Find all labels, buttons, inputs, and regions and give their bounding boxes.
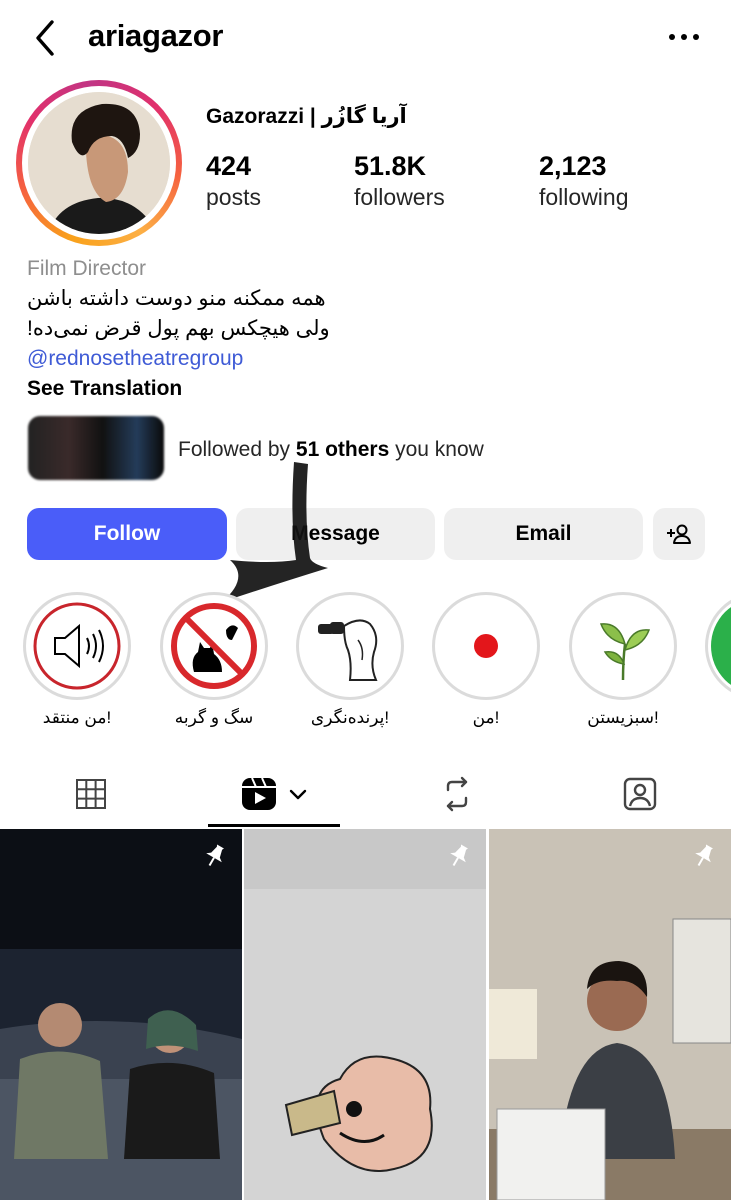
see-translation-link[interactable]: See Translation	[27, 374, 707, 404]
active-tab-indicator	[208, 824, 340, 827]
highlight-label: پرنده‌نگری!	[310, 708, 390, 727]
bio-line: همه ممکنه منو دوست داشته باشن	[27, 287, 326, 310]
grid-post[interactable]	[244, 829, 486, 1200]
reels-icon	[242, 777, 276, 810]
mutual-avatars	[28, 416, 164, 480]
no-cat-icon	[171, 603, 257, 689]
highlight-item[interactable]: من منتقد!	[23, 592, 131, 728]
highlight-item[interactable]	[705, 592, 731, 700]
more-options-icon[interactable]	[667, 24, 701, 50]
email-button[interactable]: Email	[444, 508, 643, 560]
grid-post[interactable]	[0, 829, 242, 1200]
back-icon[interactable]	[28, 18, 64, 58]
posts-count: 424	[206, 151, 252, 181]
bio-line: ولی هیچکس بهم پول قرض نمی‌ده!	[27, 317, 330, 340]
leaf-icon	[599, 623, 651, 681]
followers-stat[interactable]: 51.8K followers	[354, 150, 445, 212]
category-label: Film Director	[27, 257, 146, 280]
highlight-item[interactable]: سگ و گربه	[160, 592, 268, 728]
tab-reels[interactable]	[183, 760, 365, 828]
display-name: Gazorazzi | آریا گازُر	[206, 105, 407, 128]
top-bar: ariagazor	[0, 0, 731, 76]
message-button[interactable]: Message	[236, 508, 435, 560]
avatar[interactable]	[16, 80, 182, 246]
tab-reposts[interactable]	[366, 760, 548, 828]
posts-label: posts	[206, 184, 261, 210]
tab-tagged[interactable]	[549, 760, 731, 828]
grid-icon	[76, 779, 106, 809]
repost-icon	[446, 776, 468, 812]
tagged-icon	[623, 777, 657, 811]
followed-by-text: Followed by 51 others you know	[178, 438, 484, 461]
birdwatcher-icon	[318, 619, 378, 681]
grid-post[interactable]	[489, 829, 731, 1200]
following-label: following	[539, 184, 629, 210]
username: ariagazor	[88, 18, 224, 53]
following-stat[interactable]: 2,123 following	[539, 150, 629, 212]
highlight-label: من!	[472, 708, 500, 727]
add-user-button[interactable]	[653, 508, 705, 560]
highlight-item[interactable]: من!	[432, 592, 540, 728]
follow-button[interactable]: Follow	[27, 508, 227, 560]
pin-icon	[695, 844, 713, 867]
profile-photo	[28, 92, 170, 234]
pin-icon	[206, 844, 224, 867]
highlight-label: سگ و گربه	[174, 708, 254, 727]
profile-tabs	[0, 760, 731, 828]
followers-count: 51.8K	[354, 151, 427, 181]
chevron-down-icon	[289, 789, 307, 800]
mutual-followers[interactable]: Followed by 51 others you know	[28, 412, 708, 484]
highlight-label: من منتقد!	[42, 708, 112, 727]
tab-grid[interactable]	[0, 760, 182, 828]
speaker-icon	[33, 602, 121, 690]
highlight-item[interactable]: سبزیستن!	[569, 592, 677, 728]
posts-stat[interactable]: 424 posts	[206, 150, 261, 212]
highlight-label: سبزیستن!	[587, 708, 659, 727]
bio-link[interactable]: @rednosetheatregroup	[27, 344, 707, 374]
reels-grid	[0, 829, 731, 1200]
pin-icon	[450, 844, 468, 867]
highlight-item[interactable]: پرنده‌نگری!	[296, 592, 404, 728]
add-user-icon	[667, 524, 691, 544]
followers-label: followers	[354, 184, 445, 210]
red-dot-icon	[474, 634, 498, 658]
following-count: 2,123	[539, 151, 607, 181]
bio: Film Director همه ممکنه منو دوست داشته ب…	[27, 254, 707, 404]
